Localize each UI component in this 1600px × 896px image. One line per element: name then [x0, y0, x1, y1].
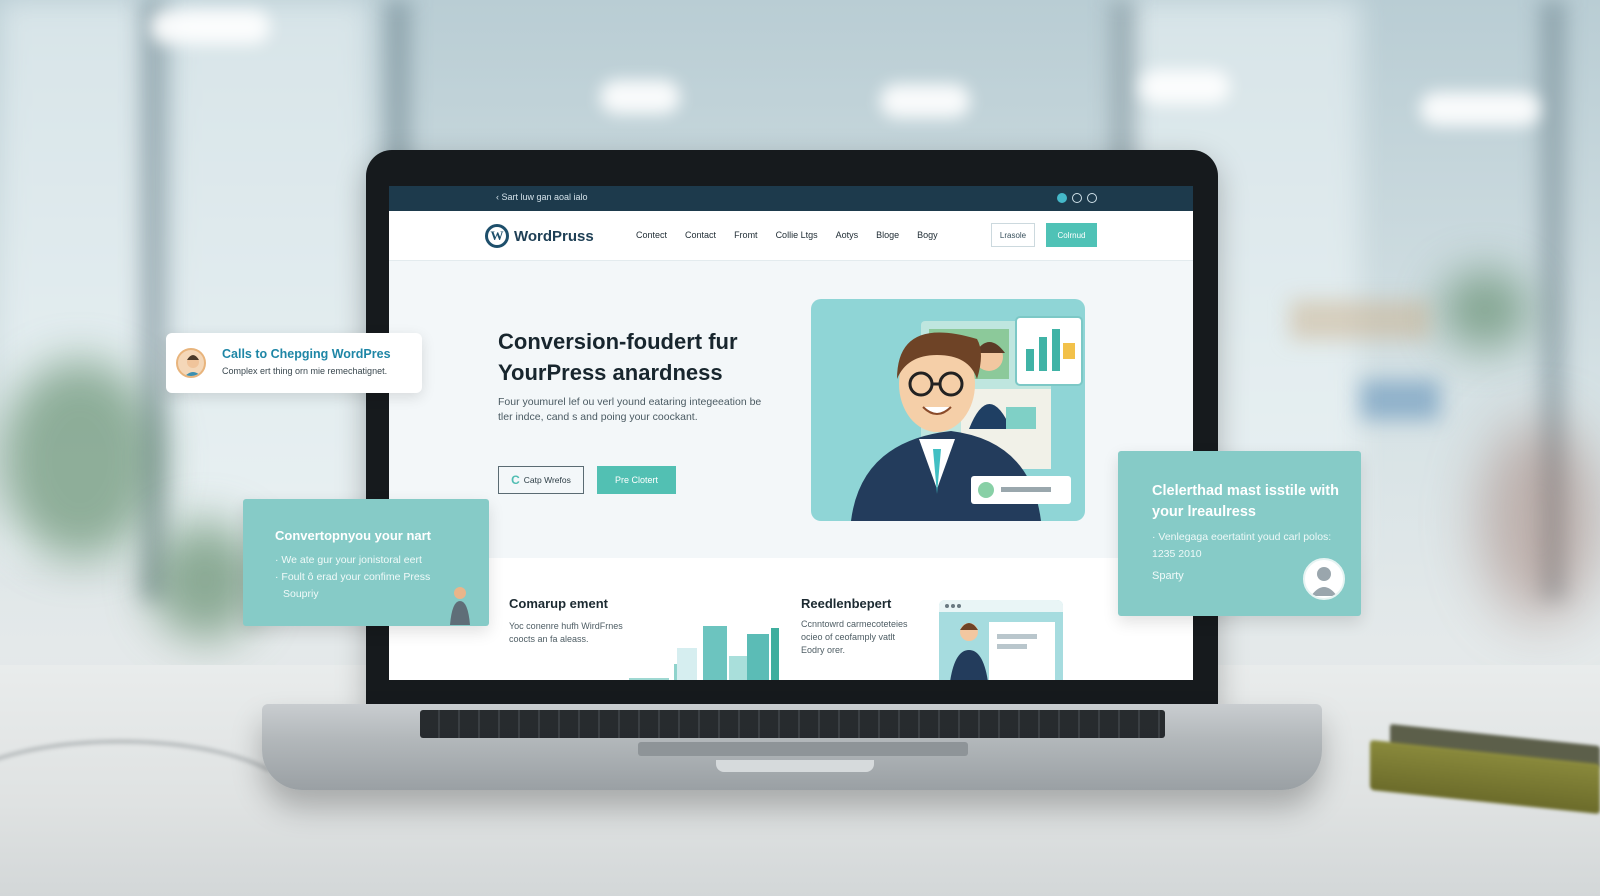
- person-icon: [185, 355, 201, 376]
- promo-subtitle: · Venlegaga eoertatint youd carl polos: …: [1152, 531, 1332, 560]
- ceiling-light: [600, 80, 680, 114]
- shelf: [1290, 300, 1430, 340]
- presenter-illustration: [939, 600, 1063, 680]
- ceiling-light: [880, 84, 970, 118]
- feature-title: Reedlenbepert: [801, 596, 892, 611]
- promo-title: Convertopnyou your nart: [275, 528, 432, 543]
- ceiling-light: [1420, 92, 1540, 126]
- back-link-label: Sart luw gan aoal ialo: [501, 192, 588, 202]
- laptop-screen: ‹ Sart luw gan aoal ialo W WordPruss Con…: [389, 186, 1193, 680]
- browser-topbar: ‹ Sart luw gan aoal ialo: [389, 186, 1193, 211]
- plant: [0, 360, 160, 560]
- window-controls: [1057, 193, 1097, 203]
- logo-text: WordPruss: [514, 227, 594, 245]
- hero-primary-button[interactable]: Pre Clotert: [597, 466, 676, 494]
- hero-illustration: [811, 299, 1085, 521]
- avatar: [176, 348, 206, 378]
- promo-line: · We ate gur your jonistoral eert: [275, 554, 422, 566]
- shelf-books: [1360, 380, 1440, 420]
- feature-illustration: [939, 600, 1063, 680]
- site-logo[interactable]: W WordPruss: [485, 224, 594, 248]
- login-button[interactable]: Lrasole: [991, 223, 1035, 247]
- status-dot-icon[interactable]: [1087, 193, 1097, 203]
- status-dot-icon[interactable]: [1057, 193, 1067, 203]
- wordpress-logo-icon: W: [485, 224, 509, 248]
- hero-description: Four youmurel lef ou verl yound eataring…: [498, 396, 762, 423]
- laptop-hinge: [638, 742, 968, 756]
- businessman-illustration: [851, 316, 1083, 521]
- plant: [1440, 270, 1530, 350]
- promo-line: · Foult ô erad your confime Press: [275, 571, 431, 583]
- ceiling-light: [150, 10, 270, 44]
- promo-footer: Sparty: [1152, 570, 1184, 582]
- primary-nav-button[interactable]: Colrnud: [1046, 223, 1097, 247]
- bar-chart-illustration: [629, 626, 779, 680]
- person-figure-icon: [450, 587, 470, 625]
- feature-title: Comarup ement: [509, 596, 608, 611]
- menu-item[interactable]: Bogy: [917, 230, 938, 240]
- feature-description: Ccnntowrd carmecoteteies ocieo of ceofam…: [801, 619, 908, 655]
- menu-item[interactable]: Collie Ltgs: [776, 230, 818, 240]
- laptop-notch: [716, 760, 874, 772]
- background-person: [1480, 420, 1600, 620]
- features-section: Comarup ement Yoc conenre hufh WirdFrnes…: [389, 558, 1193, 680]
- promo-card-left[interactable]: Convertopnyou your nart · We ate gur you…: [243, 499, 489, 626]
- promo-title: Clelerthad mast isstile with your lreaul…: [1152, 483, 1339, 520]
- menu-item[interactable]: Contact: [685, 230, 716, 240]
- menu-item[interactable]: Aotys: [836, 230, 859, 240]
- notice-title: Calls to Chepging WordPres: [222, 347, 391, 361]
- status-dot-icon[interactable]: [1072, 193, 1082, 203]
- laptop-keyboard: [420, 710, 1165, 738]
- feature-description: Yoc conenre hufh WirdFrnes coocts an fa …: [509, 621, 623, 644]
- hero-secondary-button[interactable]: C Catp Wrefos: [498, 466, 584, 494]
- main-menu: Contect Contact Fromt Collie Ltgs Aotys …: [636, 230, 938, 240]
- ceiling-light: [1140, 70, 1230, 104]
- c-logo-icon: C: [511, 473, 520, 487]
- menu-item[interactable]: Fromt: [734, 230, 758, 240]
- avatar: [1303, 558, 1345, 600]
- site-header: W WordPruss Contect Contact Fromt Collie…: [389, 211, 1193, 261]
- hero-title: Conversion-foudert fur YourPress anardne…: [498, 329, 738, 385]
- menu-item[interactable]: Bloge: [876, 230, 899, 240]
- window-pane: [170, 0, 370, 560]
- back-link[interactable]: ‹ Sart luw gan aoal ialo: [496, 192, 588, 202]
- promo-line: Soupriy: [283, 588, 319, 600]
- user-icon: [1311, 567, 1337, 596]
- promo-card-right[interactable]: Clelerthad mast isstile with your lreaul…: [1118, 451, 1361, 616]
- menu-item[interactable]: Contect: [636, 230, 667, 240]
- notice-card[interactable]: Calls to Chepging WordPres Complex ert t…: [166, 333, 422, 393]
- hero-secondary-label: Catp Wrefos: [523, 475, 571, 485]
- notice-subtitle: Complex ert thing orn mie remechatignet.: [222, 366, 388, 376]
